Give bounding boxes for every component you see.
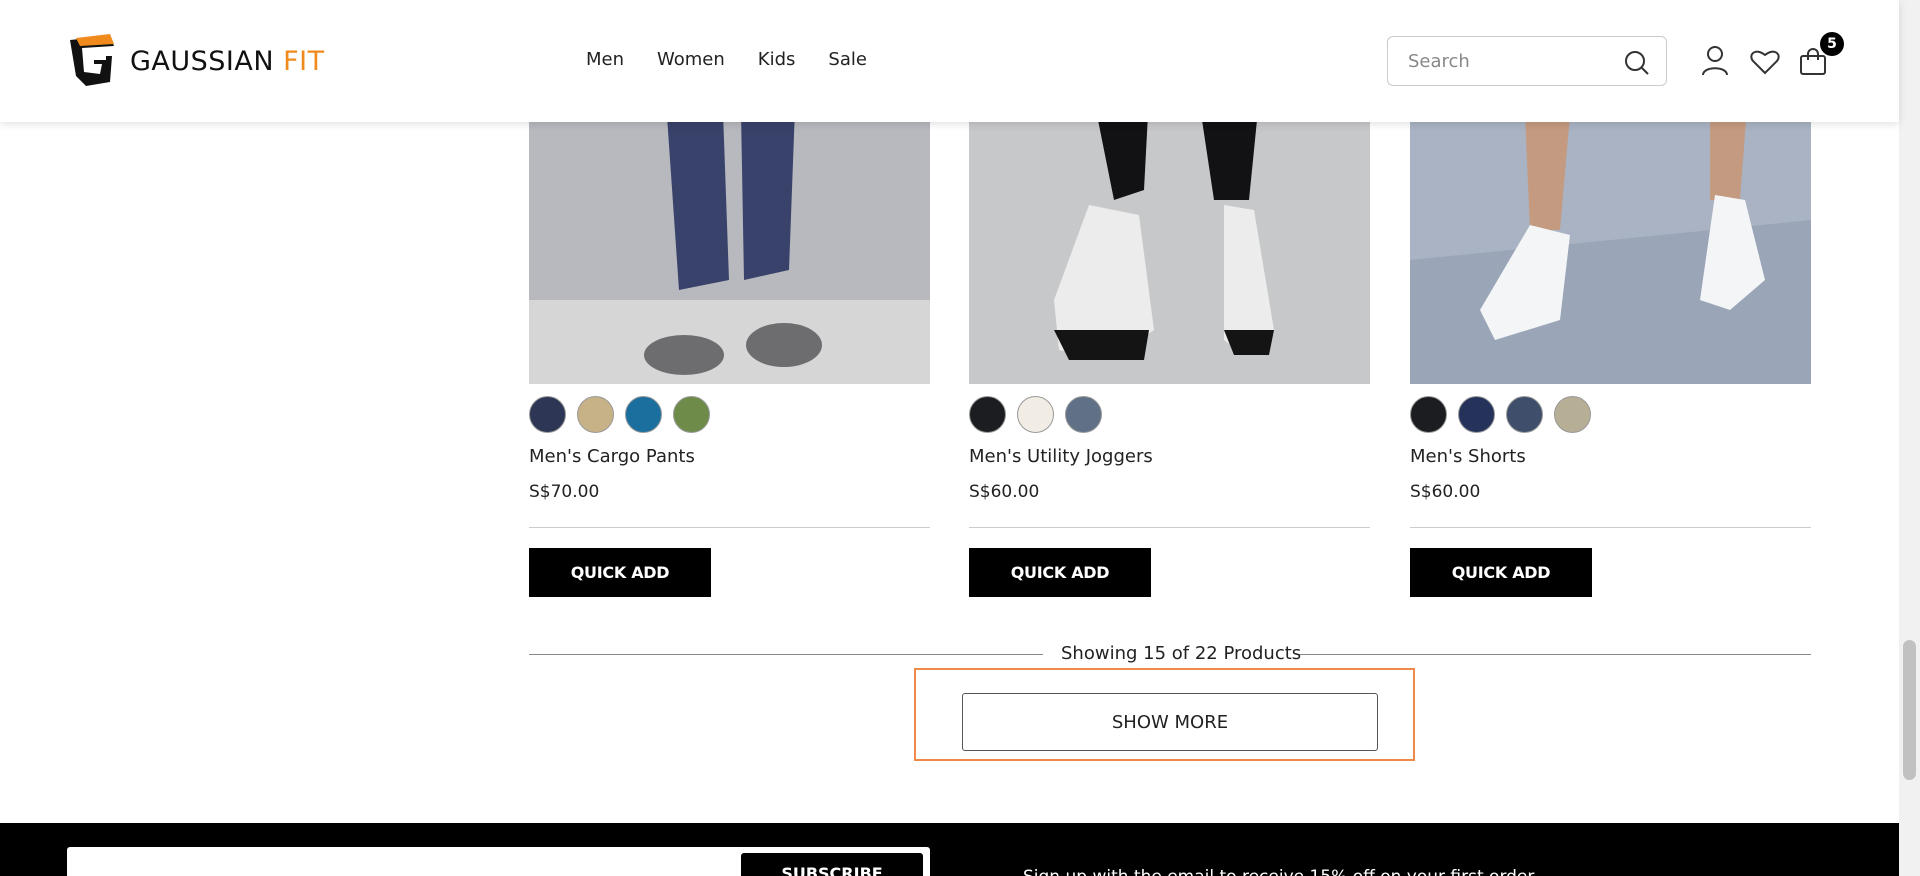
scrollbar[interactable] xyxy=(1899,0,1920,876)
main-nav: Men Women Kids Sale xyxy=(586,49,867,70)
quick-add-button[interactable]: QUICK ADD xyxy=(969,548,1151,597)
product-price: S$60.00 xyxy=(1410,482,1481,502)
swatch-olive[interactable] xyxy=(673,396,710,433)
logo-mark-icon xyxy=(70,34,114,86)
swatch-camo[interactable] xyxy=(1506,396,1543,433)
nav-item-kids[interactable]: Kids xyxy=(758,49,796,70)
scrollbar-thumb[interactable] xyxy=(1903,640,1916,780)
brand-name-right: FIT xyxy=(283,45,325,77)
divider-right xyxy=(1297,654,1811,655)
product-name[interactable]: Men's Utility Joggers xyxy=(969,446,1153,467)
swatch-navy[interactable] xyxy=(529,396,566,433)
divider xyxy=(529,527,930,528)
product-price: S$70.00 xyxy=(529,482,600,502)
color-swatches xyxy=(969,396,1102,433)
search-box xyxy=(1387,36,1667,86)
search-icon[interactable] xyxy=(1624,50,1650,76)
wishlist-icon[interactable] xyxy=(1750,49,1780,75)
color-swatches xyxy=(1410,396,1591,433)
product-name[interactable]: Men's Cargo Pants xyxy=(529,446,695,467)
product-name[interactable]: Men's Shorts xyxy=(1410,446,1526,467)
product-price: S$60.00 xyxy=(969,482,1040,502)
swatch-khaki[interactable] xyxy=(577,396,614,433)
subscribe-button[interactable]: SUBSCRIBE xyxy=(741,853,923,876)
divider xyxy=(969,527,1370,528)
nav-item-men[interactable]: Men xyxy=(586,49,624,70)
quick-add-button[interactable]: QUICK ADD xyxy=(529,548,711,597)
nav-item-women[interactable]: Women xyxy=(657,49,725,70)
swatch-grey-blue[interactable] xyxy=(1065,396,1102,433)
quick-add-button[interactable]: QUICK ADD xyxy=(1410,548,1592,597)
brand-name-left: GAUSSIAN xyxy=(130,45,275,77)
promo-text: Sign up with the email to receive 15% of… xyxy=(1023,867,1534,876)
divider xyxy=(1410,527,1811,528)
site-header: GAUSSIAN FIT Men Women Kids Sale 5 xyxy=(0,0,1899,122)
brand-logo[interactable]: GAUSSIAN FIT xyxy=(66,34,325,88)
swatch-black[interactable] xyxy=(969,396,1006,433)
divider-left xyxy=(529,654,1043,655)
brand-name: GAUSSIAN FIT xyxy=(130,46,325,77)
swatch-cream[interactable] xyxy=(1017,396,1054,433)
swatch-navy[interactable] xyxy=(1458,396,1495,433)
swatch-blue[interactable] xyxy=(625,396,662,433)
nav-item-sale[interactable]: Sale xyxy=(828,49,867,70)
account-icon[interactable] xyxy=(1702,46,1728,76)
product-count-text: Showing 15 of 22 Products xyxy=(1061,643,1302,664)
search-input[interactable] xyxy=(1408,50,1608,72)
swatch-black[interactable] xyxy=(1410,396,1447,433)
show-more-button[interactable]: SHOW MORE xyxy=(962,693,1378,751)
swatch-sand[interactable] xyxy=(1554,396,1591,433)
cart-count-badge: 5 xyxy=(1820,32,1844,56)
color-swatches xyxy=(529,396,710,433)
newsletter-footer: SUBSCRIBE Sign up with the email to rece… xyxy=(0,823,1899,876)
